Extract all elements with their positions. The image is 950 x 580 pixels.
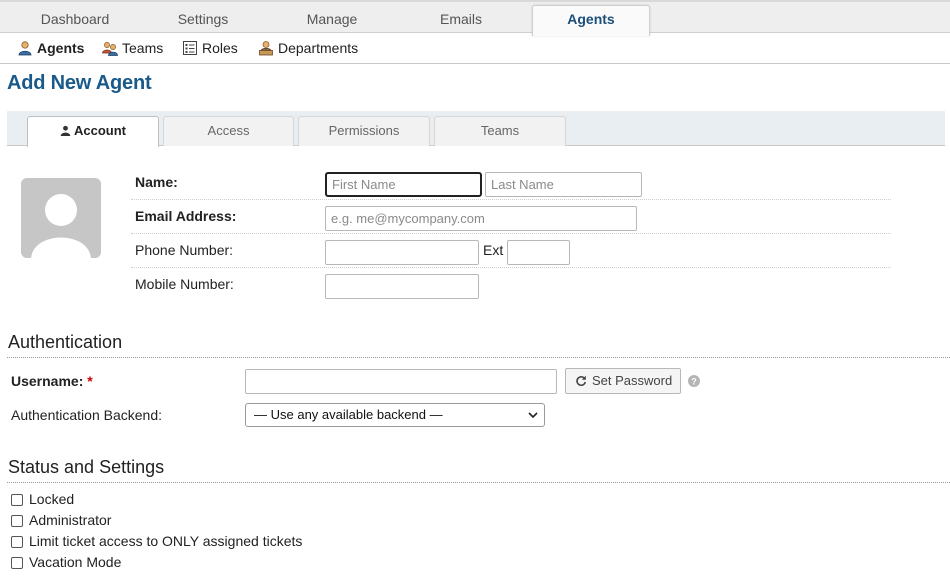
username-input[interactable] [245,369,557,394]
subnav-roles[interactable]: Roles [182,38,238,58]
avatar-placeholder-icon [31,194,91,258]
teams-icon [102,42,118,56]
avatar [21,178,101,258]
first-name-input[interactable] [325,172,482,197]
tab-manage[interactable]: Manage [257,6,407,34]
vacation-mode-label: Vacation Mode [29,554,122,570]
sub-nav: Agents Teams Roles Departments [0,33,950,64]
tab-settings[interactable]: Settings [128,6,278,34]
username-row: Username: * Set Password ? [7,364,950,398]
subnav-roles-label: Roles [202,40,238,56]
phone-row: Phone Number: Ext [131,234,891,268]
tab-agents[interactable]: Agents [532,5,650,36]
vacation-mode-checkbox[interactable] [11,557,23,569]
subnav-agents[interactable]: Agents [17,38,84,58]
form-tab-account-label: Account [74,123,126,138]
agent-icon [18,41,32,56]
username-label-text: Username: [11,373,84,389]
last-name-input[interactable] [485,172,642,197]
chevron-down-icon [528,412,538,418]
limit-access-label: Limit ticket access to ONLY assigned tic… [29,533,303,549]
page-title: Add New Agent [7,72,152,94]
email-input[interactable] [325,206,637,231]
ext-input[interactable] [507,240,570,265]
subnav-teams[interactable]: Teams [102,38,163,58]
refresh-icon [576,375,587,386]
backend-row: Authentication Backend: — Use any availa… [7,398,950,432]
form-tab-account[interactable]: Account [27,116,159,147]
ext-label: Ext [483,242,504,258]
form-tab-access[interactable]: Access [163,116,294,146]
name-row: Name: [131,166,891,200]
subnav-agents-label: Agents [37,40,85,56]
set-password-button[interactable]: Set Password [565,368,682,394]
phone-label: Phone Number: [135,242,234,258]
mobile-label: Mobile Number: [135,276,234,292]
status-heading: Status and Settings [8,457,165,477]
name-label: Name: [135,174,178,190]
locked-label: Locked [29,491,75,507]
status-divider [7,482,950,483]
limit-access-checkbox[interactable] [11,536,23,548]
email-row: Email Address: [131,200,891,234]
authentication-heading: Authentication [8,332,123,352]
tab-emails[interactable]: Emails [386,6,536,34]
authentication-divider [7,357,950,358]
administrator-checkbox[interactable] [11,515,23,527]
subnav-teams-label: Teams [122,40,164,56]
backend-label: Authentication Backend: [11,407,162,423]
help-icon[interactable]: ? [688,375,700,387]
svg-text:?: ? [691,376,697,386]
username-label: Username: * [11,373,93,389]
form-tab-permissions[interactable]: Permissions [298,116,430,146]
locked-checkbox[interactable] [11,494,23,506]
administrator-label: Administrator [29,512,112,528]
departments-icon [259,41,273,56]
backend-select-value: — Use any available backend — [254,407,443,422]
top-nav: Dashboard Settings Manage Emails Agents [0,0,950,36]
roles-icon [183,41,197,55]
required-mark: * [87,373,93,389]
form-tabs: Account Access Permissions Teams [7,111,945,147]
user-icon [60,125,71,136]
set-password-label: Set Password [592,373,673,388]
subnav-departments-label: Departments [278,40,359,56]
mobile-row: Mobile Number: [131,268,891,302]
form-tab-teams[interactable]: Teams [434,116,566,146]
mobile-input[interactable] [325,274,479,299]
subnav-departments[interactable]: Departments [258,38,358,58]
email-label: Email Address: [135,208,237,224]
phone-input[interactable] [325,240,479,265]
backend-select[interactable]: — Use any available backend — [245,403,545,427]
